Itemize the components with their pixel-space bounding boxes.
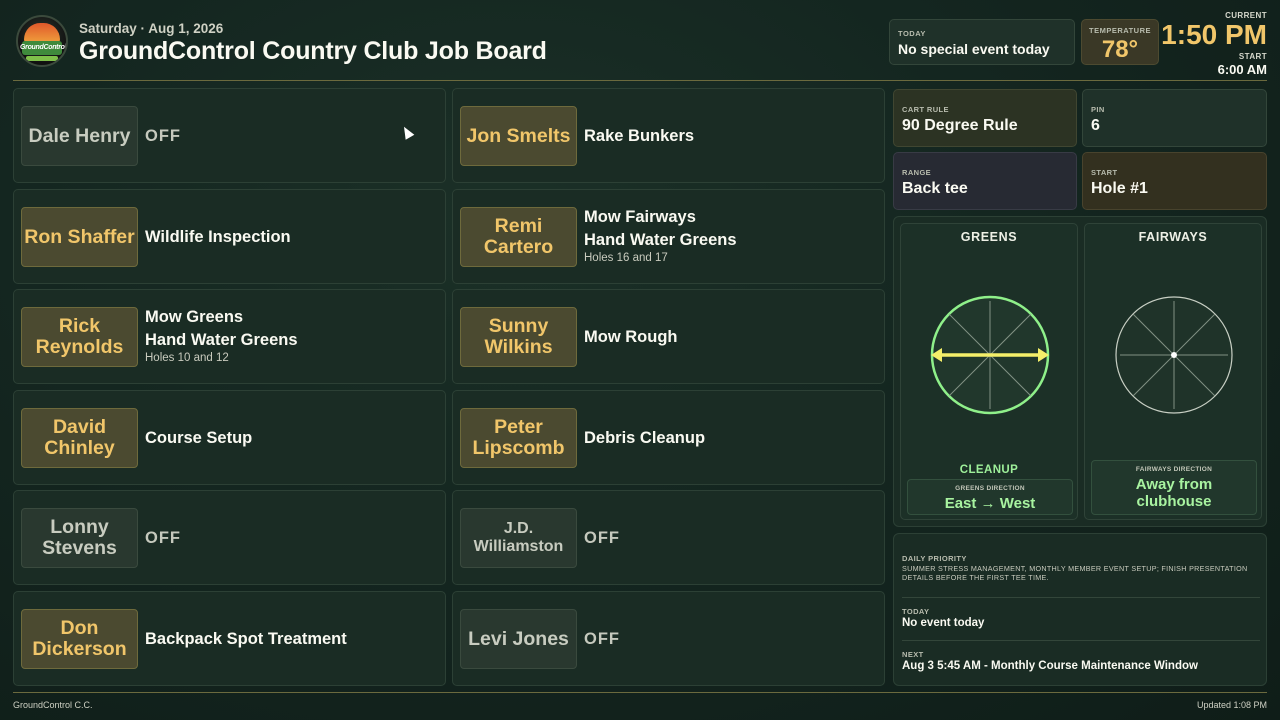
today-label: TODAY <box>898 29 926 38</box>
job-card: Dale Henry OFF <box>13 88 446 183</box>
greens-direction-box: GREENS DIRECTION East → West <box>907 479 1073 515</box>
start-hole-tile: START Hole #1 <box>1082 152 1267 210</box>
start-time-label: START <box>1238 52 1267 61</box>
daily-priority-label: DAILY PRIORITY <box>902 554 967 563</box>
fairways-direction-label: FAIRWAYS DIRECTION <box>1135 466 1213 473</box>
greens-direction-card: GREENS CLEANUP GREENS DIRECTION East → W… <box>900 223 1078 520</box>
daily-priority-value: Summer stress management, monthly member… <box>902 564 1248 582</box>
range-value: Back tee <box>902 180 968 197</box>
page-title: GroundControl Country Club Job Board <box>79 37 547 65</box>
range-tile: RANGE Back tee <box>893 152 1077 210</box>
job-task: OFF <box>584 529 620 547</box>
job-card: Sunny Wilkins Mow Rough <box>452 289 885 384</box>
today-value: No special event today <box>898 41 1050 57</box>
notes-divider <box>902 597 1260 598</box>
temperature-value: 78° <box>1101 36 1139 63</box>
job-card: Lonny Stevens OFF <box>13 490 446 585</box>
job-task: Backpack Spot Treatment <box>145 630 347 648</box>
footer-updated-time: Updated 1:08 PM <box>1196 700 1267 710</box>
notes-divider <box>902 640 1260 641</box>
footer-club-name: GroundControl C.C. <box>13 700 93 710</box>
job-task: OFF <box>584 630 620 648</box>
job-task: Course Setup <box>145 429 253 447</box>
range-label: RANGE <box>902 168 932 177</box>
start-hole-value: Hole #1 <box>1091 180 1148 197</box>
job-task: OFF <box>145 529 181 547</box>
job-task: Wildlife Inspection <box>145 228 291 246</box>
employee-name: Jon Smelts <box>460 106 577 166</box>
pin-value: 6 <box>1091 117 1100 134</box>
employee-name: J.D. Williamston <box>460 508 577 568</box>
job-card: Jon Smelts Rake Bunkers <box>452 88 885 183</box>
job-task: Mow Fairways <box>584 208 696 226</box>
job-task: Hand Water Greens <box>584 230 737 249</box>
mowing-directions-panel: GREENS CLEANUP GREENS DIRECTION East → W… <box>893 216 1267 527</box>
header-divider <box>13 80 1267 81</box>
job-grid: Dale Henry OFF Jon Smelts Rake Bunkers R… <box>13 88 886 686</box>
employee-name: Rick Reynolds <box>21 307 138 367</box>
current-time: 1:50 PM <box>1161 19 1267 50</box>
current-date: Saturday · Aug 1, 2026 <box>79 21 224 36</box>
job-card: Levi Jones OFF <box>452 591 885 686</box>
fairways-title: FAIRWAYS <box>1138 230 1208 244</box>
job-card: Remi Cartero Mow Fairways Hand Water Gre… <box>452 189 885 284</box>
job-card: David Chinley Course Setup <box>13 390 446 485</box>
cart-rule-value: 90 Degree Rule <box>902 117 1018 134</box>
today-event-box: TODAY No special event today <box>889 19 1075 65</box>
job-task: Rake Bunkers <box>584 127 695 145</box>
employee-name: Ron Shaffer <box>21 207 138 267</box>
job-task: Mow Greens <box>145 308 244 326</box>
notes-next-label: NEXT <box>902 650 924 659</box>
job-card: Don Dickerson Backpack Spot Treatment <box>13 591 446 686</box>
job-card: J.D. Williamston OFF <box>452 490 885 585</box>
greens-title: GREENS <box>960 230 1018 244</box>
greens-direction-label: GREENS DIRECTION <box>955 485 1025 492</box>
employee-name: Sunny Wilkins <box>460 307 577 367</box>
greens-status: CLEANUP <box>959 464 1019 476</box>
job-task: Mow Rough <box>584 328 678 346</box>
cart-rule-tile: CART RULE 90 Degree Rule <box>893 89 1077 147</box>
temperature-label: TEMPERATURE <box>1088 26 1152 35</box>
greens-direction-value: East → West <box>944 495 1036 512</box>
notes-panel: DAILY PRIORITY Summer stress management,… <box>893 533 1267 686</box>
temperature-box: TEMPERATURE 78° <box>1081 19 1159 65</box>
notes-today-label: TODAY <box>902 607 930 616</box>
greens-compass-icon <box>930 295 1050 415</box>
club-logo: GroundControl <box>16 15 68 67</box>
notes-today-value: No event today <box>902 617 985 629</box>
job-card: Ron Shaffer Wildlife Inspection <box>13 189 446 284</box>
job-task: OFF <box>145 127 181 145</box>
pin-tile: PIN 6 <box>1082 89 1267 147</box>
job-note: Holes 16 and 17 <box>584 252 668 264</box>
fairways-direction-card: FAIRWAYS FAIRWAYS DIRECTION Away from cl… <box>1084 223 1262 520</box>
employee-name: Peter Lipscomb <box>460 408 577 468</box>
employee-name: Dale Henry <box>21 106 138 166</box>
fairways-compass-icon <box>1115 296 1233 414</box>
footer-divider <box>13 692 1267 693</box>
fairways-direction-box: FAIRWAYS DIRECTION Away from clubhouse <box>1091 460 1257 515</box>
employee-name: Don Dickerson <box>21 609 138 669</box>
notes-next-value: Aug 3 5:45 AM - Monthly Course Maintenan… <box>902 660 1198 672</box>
job-note: Holes 10 and 12 <box>145 352 229 364</box>
job-task: Debris Cleanup <box>584 429 706 447</box>
pin-label: PIN <box>1091 105 1105 114</box>
employee-name: David Chinley <box>21 408 138 468</box>
logo-text: GroundControl <box>20 44 67 51</box>
job-card: Peter Lipscomb Debris Cleanup <box>452 390 885 485</box>
job-card: Rick Reynolds Mow Greens Hand Water Gree… <box>13 289 446 384</box>
employee-name: Lonny Stevens <box>21 508 138 568</box>
employee-name: Remi Cartero <box>460 207 577 267</box>
job-task: Hand Water Greens <box>145 330 298 349</box>
employee-name: Levi Jones <box>460 609 577 669</box>
start-time: 6:00 AM <box>1217 62 1267 77</box>
cart-rule-label: CART RULE <box>902 105 949 114</box>
header: GroundControl Saturday · Aug 1, 2026 Gro… <box>0 0 1280 82</box>
start-hole-label: START <box>1091 168 1118 177</box>
fairways-direction-value: Away from clubhouse <box>1135 476 1213 510</box>
